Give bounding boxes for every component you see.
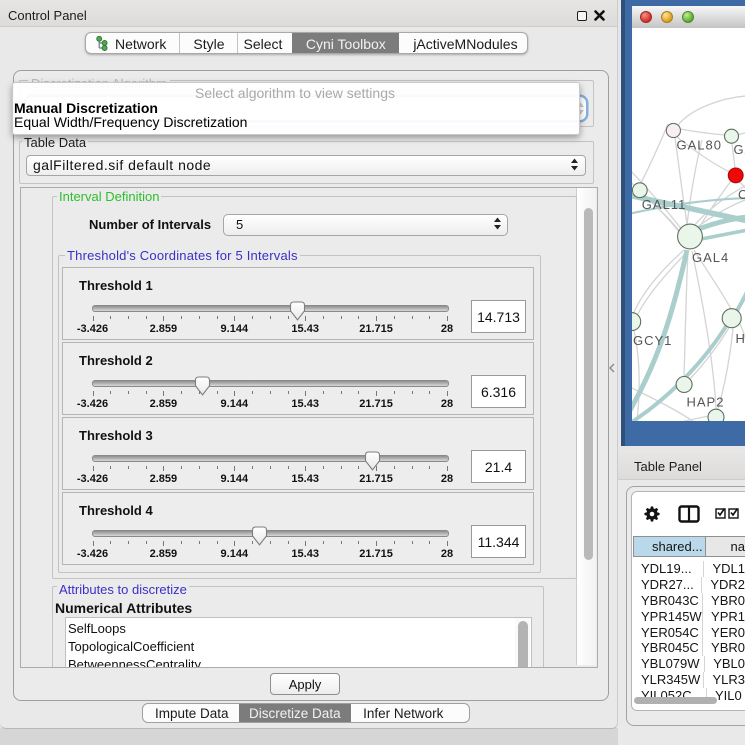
svg-text:HI: HI	[736, 331, 745, 346]
svg-text:HAP2: HAP2	[687, 395, 725, 410]
svg-text:GAL4: GAL4	[692, 250, 729, 265]
svg-text:GAL80: GAL80	[677, 138, 722, 153]
svg-text:GAL11: GAL11	[642, 197, 687, 212]
svg-text:GCY1: GCY1	[633, 333, 672, 348]
svg-text:GA: GA	[734, 142, 745, 157]
svg-text:C: C	[738, 187, 745, 202]
